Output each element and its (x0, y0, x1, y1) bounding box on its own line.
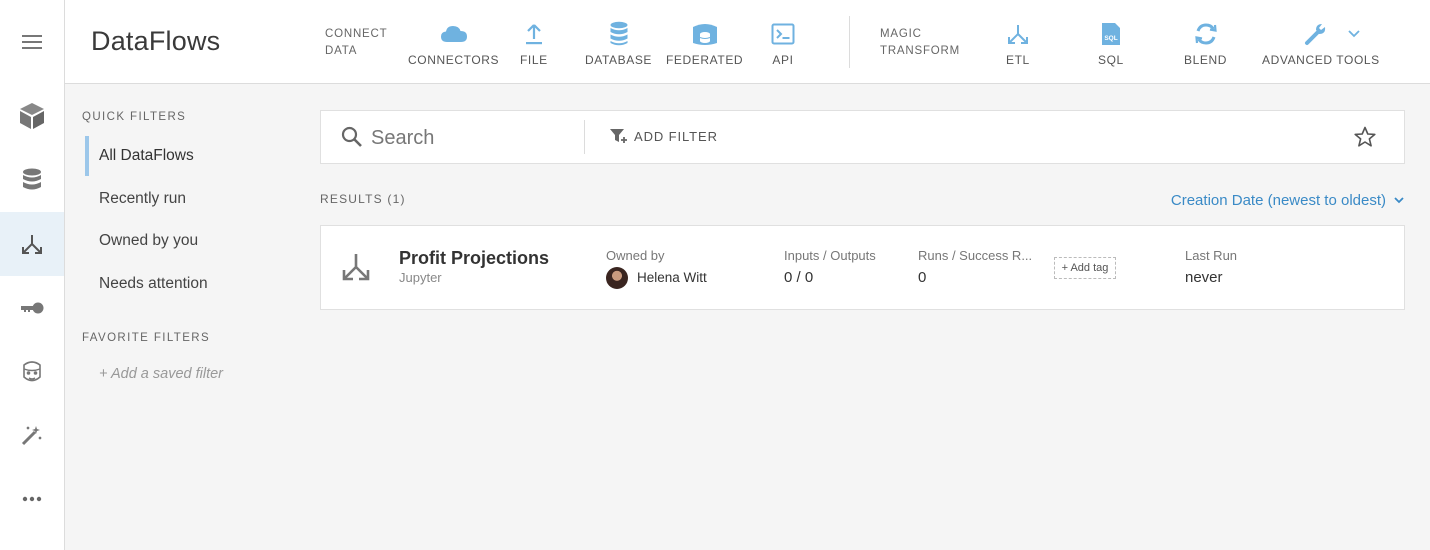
wrench-icon (1304, 24, 1325, 45)
quick-filter-owned-by-you[interactable]: Owned by you (85, 221, 285, 261)
hamburger-menu-icon (22, 35, 42, 49)
database-button[interactable]: DATABASE (585, 20, 652, 70)
federated-button[interactable]: FEDERATED (666, 20, 743, 70)
quick-filter-needs-attention[interactable]: Needs attention (85, 264, 285, 304)
star-icon[interactable] (1354, 126, 1376, 148)
cube-icon (20, 103, 44, 129)
owner-name: Helena Witt (637, 270, 707, 285)
connectors-button[interactable]: CONNECTORS (408, 20, 499, 70)
runs-success-value: 0 (918, 269, 927, 286)
quick-filter-recently-run[interactable]: Recently run (85, 179, 285, 219)
last-run-value: never (1185, 269, 1223, 286)
rail-item-magic[interactable] (0, 403, 64, 467)
rail-item-cards[interactable] (0, 84, 64, 148)
add-saved-filter-link[interactable]: + Add a saved filter (99, 366, 223, 382)
rail-item-dataflows[interactable] (0, 212, 64, 276)
robot-icon (23, 361, 41, 382)
add-tag-button[interactable]: + Add tag (1054, 257, 1116, 279)
blend-icon (1194, 23, 1217, 45)
upload-icon (525, 24, 542, 45)
sql-button[interactable]: SQL SQL (1098, 20, 1124, 70)
favorite-filters-heading: FAVORITE FILTERS (82, 332, 211, 344)
quick-filter-all-dataflows[interactable]: All DataFlows (85, 136, 285, 176)
page-title: DataFlows (91, 26, 221, 56)
rail-item-more[interactable] (0, 467, 64, 531)
key-icon (21, 302, 44, 314)
quick-filters-heading: QUICK FILTERS (82, 111, 187, 123)
etl-button[interactable]: ETL (1006, 20, 1030, 70)
svg-text:SQL: SQL (1104, 35, 1117, 42)
inputs-outputs-value: 0 / 0 (784, 269, 814, 286)
left-rail (0, 0, 65, 550)
toolbar-divider (849, 16, 850, 68)
runs-success-label: Runs / Success R... (918, 248, 1033, 263)
add-filter-button[interactable]: ADD FILTER (609, 128, 718, 144)
dataflow-title: Profit Projections (399, 248, 550, 268)
top-toolbar: DataFlows CONNECT DATA CONNECTORS FILE D… (65, 0, 1430, 84)
chevron-down-icon (1348, 30, 1360, 38)
magic-wand-icon (21, 426, 42, 446)
database-icon (23, 168, 41, 190)
federated-icon (692, 24, 717, 45)
dataflow-card[interactable]: Profit Projections Jupyter Owned by Hele… (320, 225, 1405, 310)
add-filter-label: ADD FILTER (634, 128, 718, 144)
cloud-icon (440, 26, 467, 42)
owned-by-label: Owned by (606, 248, 665, 263)
etl-icon (1007, 25, 1028, 44)
connect-data-group-label: CONNECT DATA (325, 28, 388, 57)
api-button[interactable]: API (771, 20, 795, 70)
results-count: RESULTS (1) (320, 192, 406, 206)
database-icon (610, 21, 628, 46)
sort-dropdown[interactable]: Creation Date (newest to oldest) (1171, 192, 1404, 209)
search-input[interactable] (371, 123, 571, 153)
search-bar: ADD FILTER (320, 110, 1405, 164)
last-run-label: Last Run (1185, 248, 1238, 263)
search-icon (341, 126, 362, 147)
rail-item-assistant[interactable] (0, 340, 64, 404)
avatar (606, 267, 628, 289)
rail-item-data[interactable] (0, 148, 64, 212)
chevron-down-icon (1394, 197, 1404, 204)
dataflow-icon (22, 235, 42, 254)
rail-item-keys[interactable] (0, 276, 64, 340)
dataflow-icon (342, 254, 370, 281)
filter-add-icon (610, 129, 627, 143)
hamburger-menu-button[interactable] (0, 10, 64, 74)
terminal-icon (771, 23, 795, 45)
more-dots-icon (22, 496, 42, 502)
inputs-outputs-label: Inputs / Outputs (784, 248, 876, 263)
search-divider (584, 120, 585, 154)
file-button[interactable]: FILE (520, 20, 548, 70)
sql-file-icon: SQL (1101, 23, 1120, 45)
dataflow-type: Jupyter (399, 270, 442, 285)
sort-label: Creation Date (newest to oldest) (1170, 192, 1386, 209)
magic-transform-group-label: MAGIC TRANSFORM (880, 28, 961, 57)
advanced-tools-button[interactable]: ADVANCED TOOLS (1262, 20, 1380, 70)
blend-button[interactable]: BLEND (1184, 20, 1227, 70)
